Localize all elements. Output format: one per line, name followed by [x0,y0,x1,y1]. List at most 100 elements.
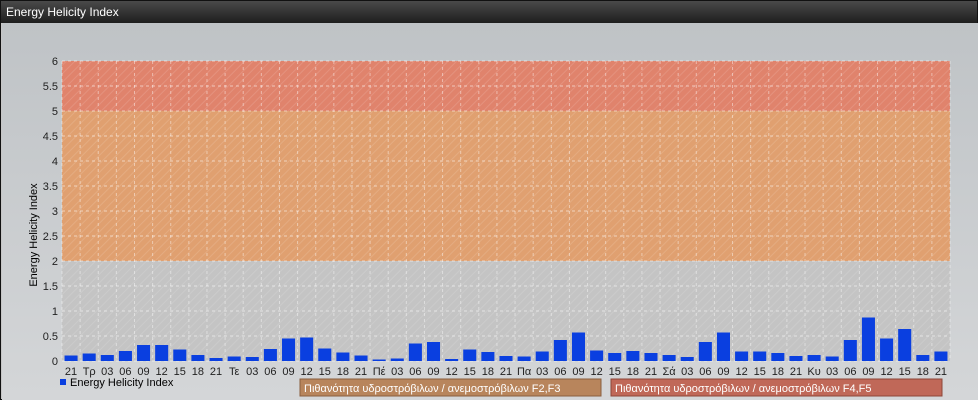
x-tick-label: 12 [446,366,458,378]
bar [517,356,531,361]
bar [861,317,875,361]
x-tick-label: 21 [790,366,802,378]
x-tick-label: 03 [826,366,838,378]
bar [825,356,839,361]
bar [807,355,821,361]
bar [463,349,477,361]
x-tick-label: Σά [663,366,677,378]
bar [245,357,259,361]
bar [300,337,314,361]
x-tick-label: 18 [192,366,204,378]
chart-area: 0 0.5 1 1.5 2 2.5 3 3.5 4 4.5 5 5.5 6 21 Τρ 03 06 09 12 15… [2,23,978,400]
x-tick-label: 18 [917,366,929,378]
x-tick-label: 12 [590,366,602,378]
y-tick-label: 4.5 [43,131,58,143]
bar [227,356,241,361]
y-tick-label: 1.5 [43,281,58,293]
x-tick-label: 15 [174,366,186,378]
y-tick-label: 5.5 [43,81,58,93]
bar [209,358,223,361]
x-tick-label: 18 [627,366,639,378]
x-tick-label: Πα [517,366,532,378]
x-tick-label: 18 [772,366,784,378]
bar [662,355,676,361]
bar [626,351,640,361]
x-tick-label: 03 [391,366,403,378]
x-tick-label: 06 [554,366,566,378]
bar [82,353,96,361]
x-tick-label: 21 [210,366,222,378]
bar [843,340,857,361]
bar [698,342,712,361]
x-tick-label: Τε [229,366,240,378]
chart-window: Energy Helicity Index 0 0.5 1 1.5 2 2.5 3 3.5 4 4… [0,0,978,400]
bar [753,351,767,361]
y-tick-label: 3 [52,206,58,218]
x-tick-label: 15 [899,366,911,378]
bar [571,332,586,361]
bar [336,352,350,361]
x-tick-label: Κυ [807,366,820,378]
bar [771,353,785,361]
bar [137,345,151,361]
x-tick-label: 12 [880,366,892,378]
bar [735,351,749,361]
bar [173,349,187,361]
legend-band-f4f5-label: Πιθανότητα υδροστρόβιλων / ανεμοστρόβιλω… [615,383,872,395]
x-tick-label: 21 [935,366,947,378]
bar [716,332,730,361]
x-tick-label: Πέ [373,366,386,378]
x-tick-label: 06 [409,366,421,378]
bar [354,355,368,361]
x-tick-label: 09 [427,366,439,378]
x-tick-label: 21 [500,366,512,378]
y-tick-label: 3.5 [43,181,58,193]
x-tick-label: 15 [319,366,331,378]
bar [64,355,78,361]
bar [916,355,930,361]
y-tick-label: 0.5 [43,331,58,343]
x-tick-label: 12 [735,366,747,378]
bar [535,351,549,361]
x-tick-label: 06 [264,366,276,378]
x-tick-label: 09 [572,366,584,378]
bar [155,345,169,361]
bar [934,351,948,361]
y-tick-label: 0 [52,356,58,368]
bar [426,342,441,361]
bar [191,355,205,361]
x-tick-label: 03 [536,366,548,378]
ehi-bar-chart: 00.511.522.533.544.555.56 21 Τρ 03 06 09 12 15… [28,56,951,397]
x-tick-label: 09 [862,366,874,378]
x-tick-label: 15 [754,366,766,378]
bar [880,338,894,361]
bar [898,329,912,361]
bar [100,355,114,361]
y-tick-label: 6 [52,56,58,68]
x-tick-labels: 21 Τρ 03 06 09 12 15 18 21 Τε 03 06 09 12 15 18 21 Πέ 03 06… [65,366,947,378]
x-tick-label: 03 [681,366,693,378]
x-tick-label: 12 [301,366,313,378]
bar [608,353,622,361]
bar [445,359,459,361]
bar [408,343,422,361]
legend-series-swatch [60,379,66,385]
bar [590,350,604,361]
x-tick-label: 03 [246,366,258,378]
y-tick-label: 5 [52,106,58,118]
bar [481,352,495,361]
bar [644,353,658,361]
bar [118,351,132,361]
x-tick-label: 06 [699,366,711,378]
y-tick-label: 2.5 [43,231,58,243]
y-axis-label: Energy Helicity Index [28,183,40,287]
x-tick-label: 09 [717,366,729,378]
x-tick-label: 15 [609,366,621,378]
bar [789,356,803,361]
bar [390,358,404,361]
bar [553,340,567,361]
bar [372,359,386,361]
x-tick-label: 21 [645,366,657,378]
legend-band-f2f3-label: Πιθανότητα υδροστρόβιλων / ανεμοστρόβιλω… [304,383,561,395]
y-tick-label: 2 [52,256,58,268]
